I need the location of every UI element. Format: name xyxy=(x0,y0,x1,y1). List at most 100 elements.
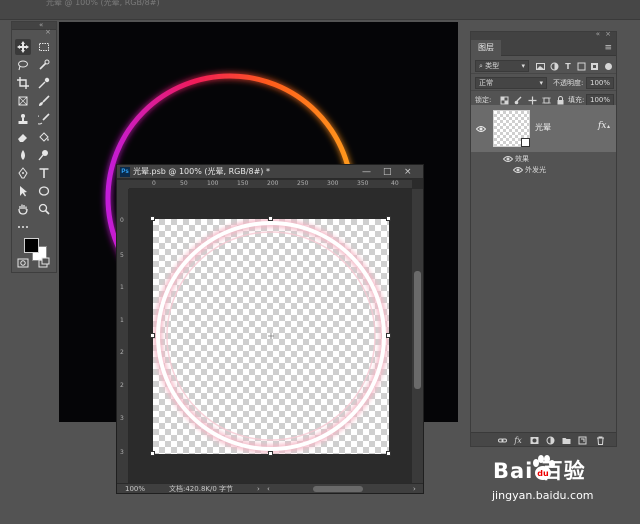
scroll-right-arrow[interactable]: › xyxy=(413,484,416,494)
transform-handle[interactable] xyxy=(150,216,155,221)
tools-panel-header[interactable]: « × xyxy=(12,21,56,36)
blur-icon[interactable] xyxy=(15,147,31,163)
type-icon[interactable] xyxy=(36,165,52,181)
expand-effects-icon[interactable]: ▴ xyxy=(607,123,610,130)
ruler-tick-label: 2 xyxy=(120,382,124,389)
blend-mode-select[interactable]: 正常 ▾ xyxy=(475,77,547,89)
move-icon[interactable] xyxy=(15,39,31,55)
visibility-eye-icon[interactable] xyxy=(476,125,486,133)
dodge-icon[interactable] xyxy=(36,147,52,163)
opacity-label: 不透明度: xyxy=(553,79,584,87)
frame-icon[interactable] xyxy=(15,93,31,109)
smart-object-filter-icon[interactable] xyxy=(589,61,599,71)
foreground-color-swatch[interactable] xyxy=(24,238,39,253)
transform-handle[interactable] xyxy=(386,216,391,221)
document-canvas-area[interactable] xyxy=(129,189,412,483)
delete-layer-icon[interactable] xyxy=(595,435,605,445)
document-titlebar[interactable]: Ps 光晕.psb @ 100% (光晕, RGB/8#) * — □ × xyxy=(117,165,423,179)
marquee-icon[interactable] xyxy=(36,39,52,55)
transform-handle[interactable] xyxy=(150,451,155,456)
lock-pixels-icon[interactable] xyxy=(513,95,523,105)
layer-item[interactable]: 光晕 fx ▴ xyxy=(471,105,616,152)
transparent-canvas[interactable] xyxy=(150,216,391,456)
document-tab-title[interactable]: 光晕 @ 100% (光晕, RGB/8#) xyxy=(46,0,160,8)
brush-icon[interactable] xyxy=(36,93,52,109)
screen-mode-icon[interactable] xyxy=(36,255,52,271)
shape-filter-icon[interactable] xyxy=(576,61,586,71)
tools-panel: « × xyxy=(11,21,57,273)
watermark-url: jingyan.baidu.com xyxy=(492,489,594,502)
effect-outer-glow-row[interactable]: 外发光 xyxy=(471,164,616,176)
transform-handle[interactable] xyxy=(386,451,391,456)
layer-name[interactable]: 光晕 xyxy=(535,122,551,133)
link-layers-icon[interactable] xyxy=(497,435,507,445)
fill-icon[interactable] xyxy=(36,129,52,145)
quick-mask-icon[interactable] xyxy=(15,255,31,271)
vertical-scrollbar-thumb[interactable] xyxy=(414,271,421,389)
ellipse-icon[interactable] xyxy=(36,183,52,199)
lock-transparent-icon[interactable] xyxy=(499,95,509,105)
visibility-eye-icon[interactable] xyxy=(503,155,513,163)
transform-handle[interactable] xyxy=(386,333,391,338)
transform-handle[interactable] xyxy=(268,216,273,221)
ruler-tick-label: 300 xyxy=(327,180,339,187)
adjustment-filter-icon[interactable] xyxy=(549,61,559,71)
path-select-icon[interactable] xyxy=(15,183,31,199)
type-filter-icon[interactable]: T xyxy=(563,61,573,71)
add-mask-icon[interactable] xyxy=(529,435,539,445)
filter-toggle-icon[interactable] xyxy=(603,61,613,71)
vertical-ruler[interactable]: 0 5 1 1 2 2 3 3 xyxy=(117,189,129,483)
scroll-left-arrow[interactable]: ‹ xyxy=(267,484,270,494)
panel-menu-icon[interactable]: ≡ xyxy=(604,42,612,54)
history-brush-icon[interactable] xyxy=(36,111,52,127)
chevron-down-icon: ▾ xyxy=(539,79,543,87)
ruler-tick-label: 1 xyxy=(120,284,124,291)
close-icon[interactable]: × xyxy=(605,30,611,38)
ruler-tick-label: 5 xyxy=(120,252,124,259)
more-icon[interactable] xyxy=(15,219,31,235)
close-icon[interactable]: × xyxy=(45,28,51,36)
close-button[interactable]: × xyxy=(404,166,412,178)
visibility-eye-icon[interactable] xyxy=(513,166,523,174)
quick-select-icon[interactable] xyxy=(36,57,52,73)
vertical-scrollbar[interactable] xyxy=(412,189,423,483)
collapse-icon[interactable]: « xyxy=(596,30,600,38)
opacity-input[interactable]: 100% xyxy=(586,77,614,89)
eraser-icon[interactable] xyxy=(15,129,31,145)
document-window[interactable]: Ps 光晕.psb @ 100% (光晕, RGB/8#) * — □ × 0 … xyxy=(116,164,424,494)
eyedropper-icon[interactable] xyxy=(36,75,52,91)
layers-tab-row: 图层 ≡ xyxy=(471,40,616,56)
lock-position-icon[interactable] xyxy=(527,95,537,105)
pen-icon[interactable] xyxy=(15,165,31,181)
white-glow-ring xyxy=(153,219,389,454)
hand-icon[interactable] xyxy=(15,201,31,217)
tab-layers[interactable]: 图层 xyxy=(471,40,501,56)
ruler-corner[interactable] xyxy=(117,180,129,189)
lasso-icon[interactable] xyxy=(15,57,31,73)
layers-panel-header[interactable]: « × xyxy=(471,30,616,40)
add-style-icon[interactable]: fx xyxy=(513,435,523,445)
adjustment-layer-icon[interactable] xyxy=(545,435,555,445)
maximize-button[interactable]: □ xyxy=(383,166,392,178)
new-group-icon[interactable] xyxy=(561,435,571,445)
status-menu-arrow[interactable]: › xyxy=(257,484,260,494)
lock-artboard-icon[interactable] xyxy=(541,95,551,105)
horizontal-ruler[interactable]: 0 50 100 150 200 250 300 350 40 xyxy=(129,180,412,189)
filter-kind-select[interactable]: ⌕ 类型 ▾ xyxy=(475,60,529,72)
stamp-icon[interactable] xyxy=(15,111,31,127)
transform-handle[interactable] xyxy=(150,333,155,338)
minimize-button[interactable]: — xyxy=(362,166,371,178)
document-size-status[interactable]: 文档:420.8K/0 字节 xyxy=(169,484,233,494)
layer-fx-icon[interactable]: fx xyxy=(598,121,606,131)
collapse-icon[interactable]: « xyxy=(39,21,43,29)
layer-thumbnail[interactable] xyxy=(493,110,530,147)
pixel-filter-icon[interactable] xyxy=(535,61,545,71)
transform-handle[interactable] xyxy=(268,451,273,456)
crop-icon[interactable] xyxy=(15,75,31,91)
new-layer-icon[interactable] xyxy=(577,435,587,445)
zoom-icon[interactable] xyxy=(36,201,52,217)
horizontal-scrollbar-thumb[interactable] xyxy=(313,486,363,492)
ruler-tick-label: 100 xyxy=(207,180,219,187)
lock-all-icon[interactable] xyxy=(555,95,565,105)
zoom-level[interactable]: 100% xyxy=(125,484,145,494)
